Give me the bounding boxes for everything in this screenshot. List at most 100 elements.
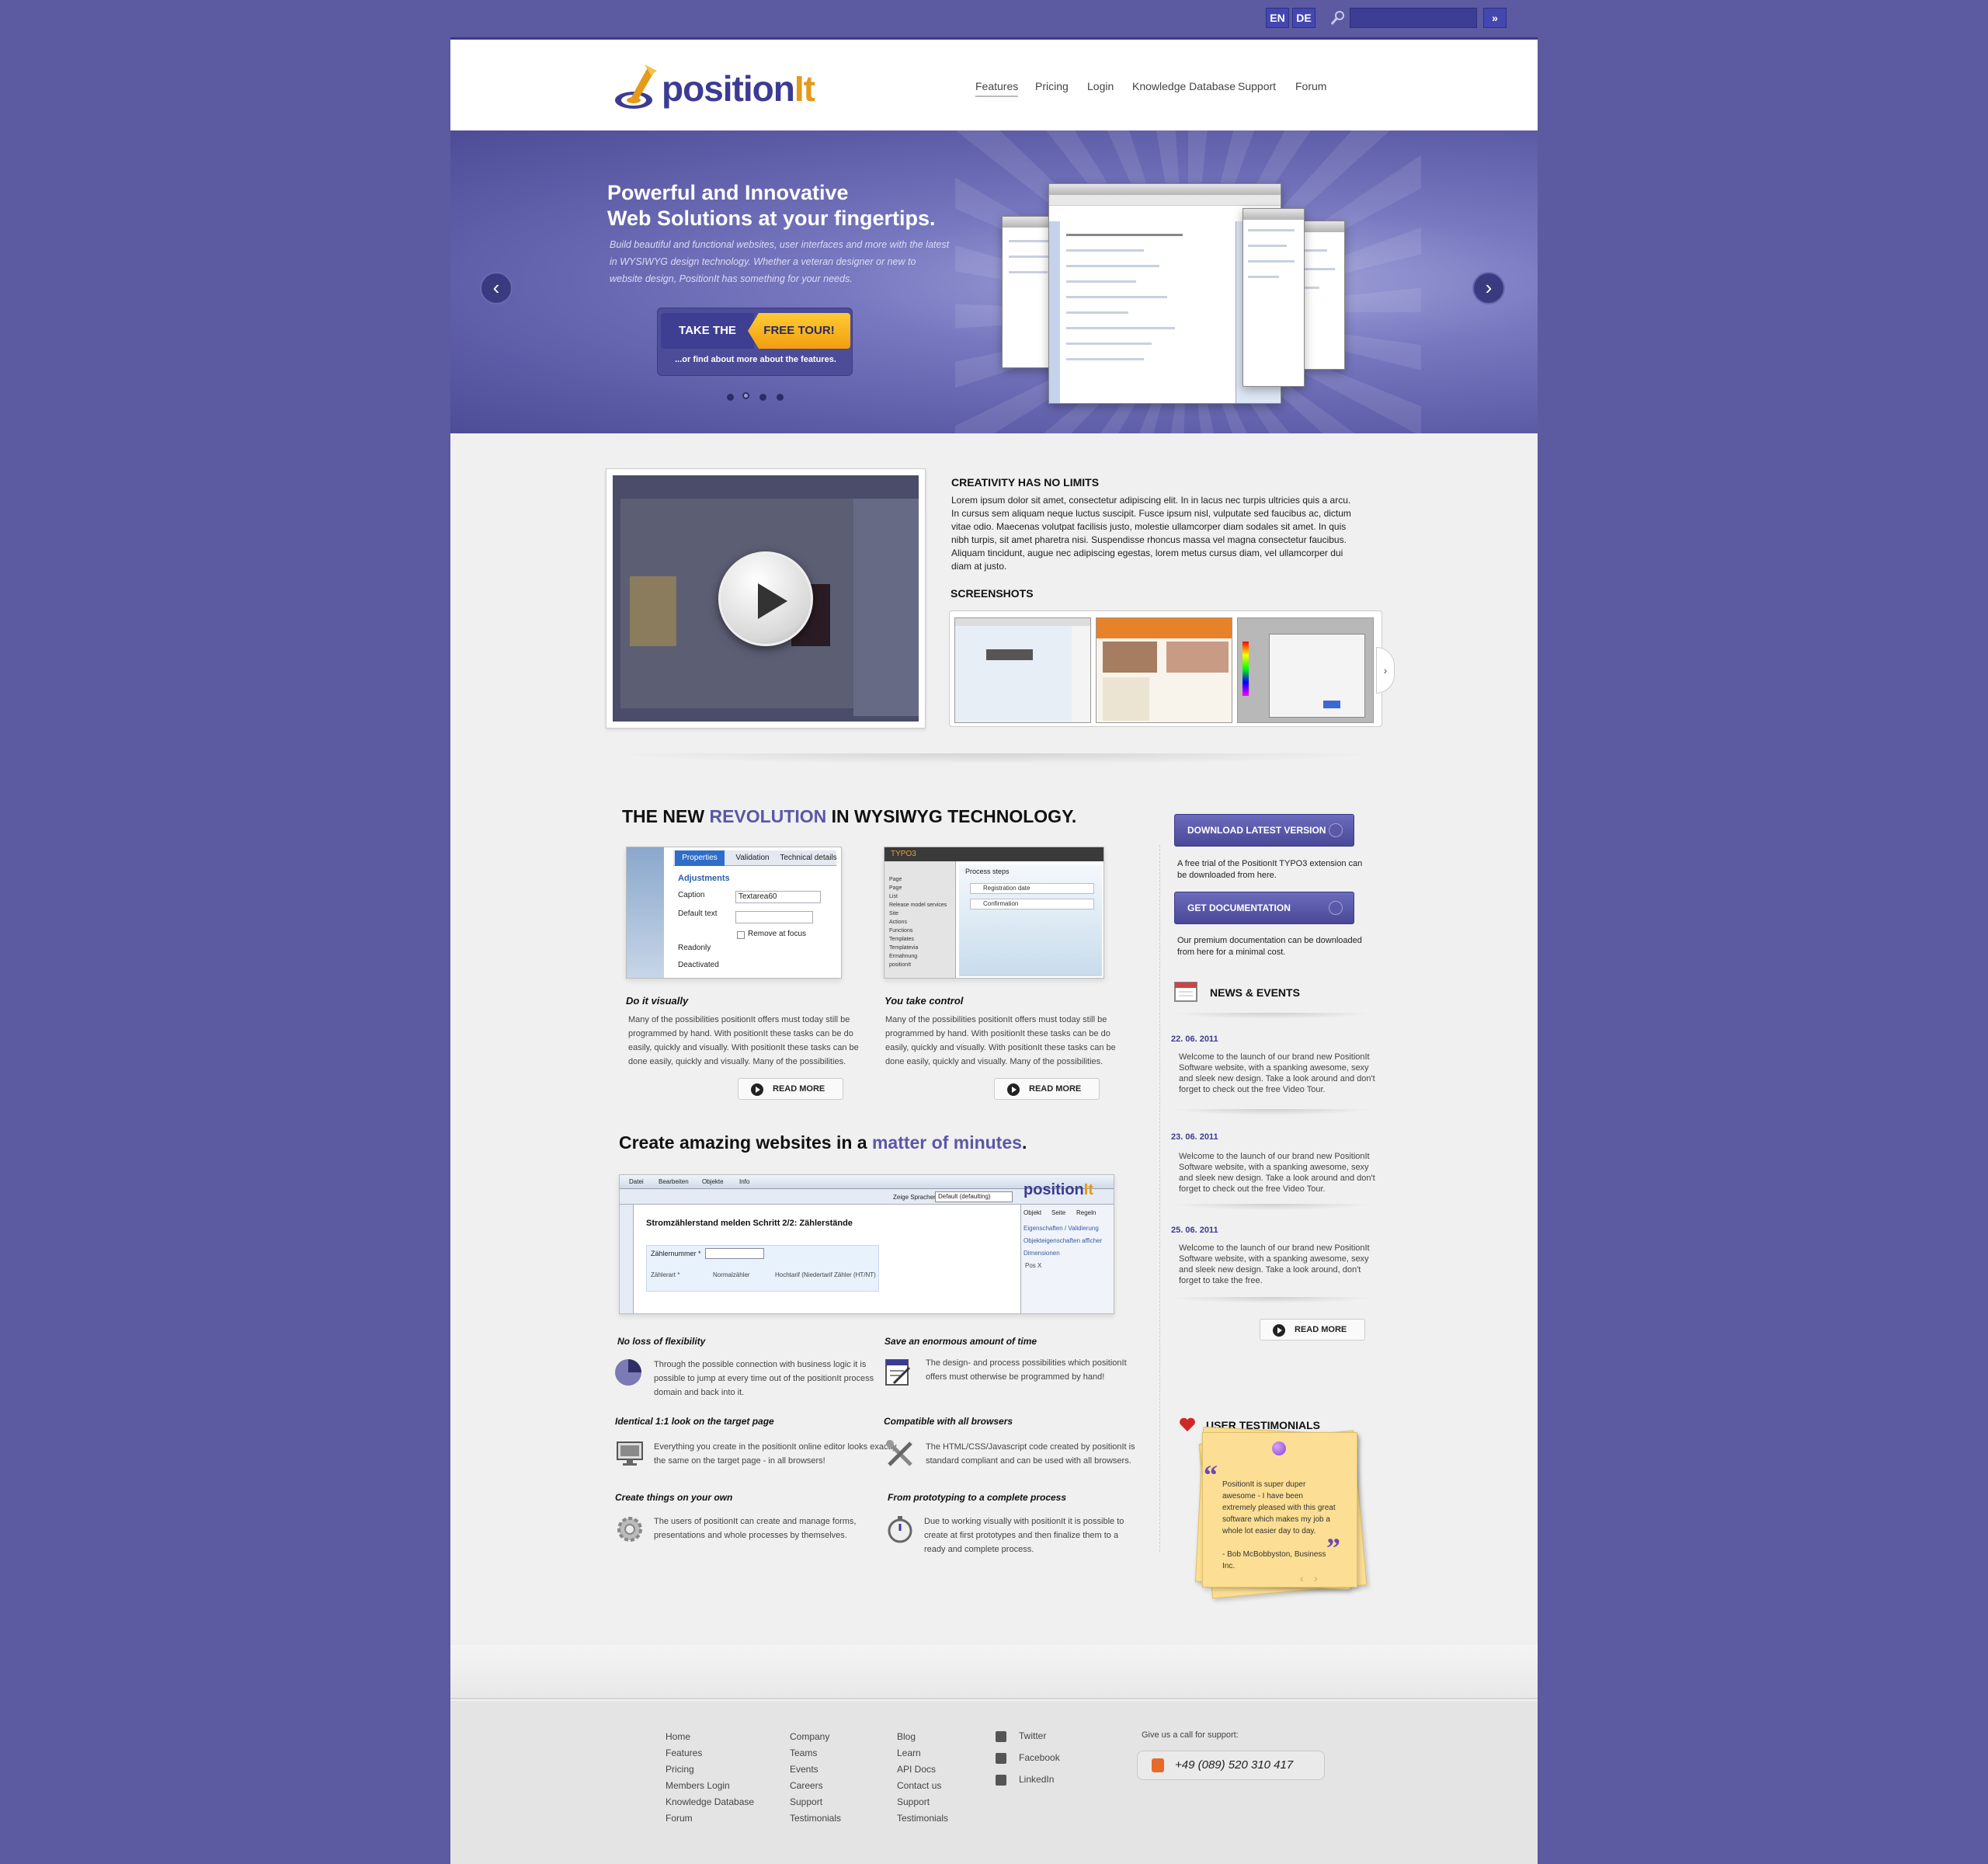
feature-1-text: Through the possible connection with bus… bbox=[654, 1360, 874, 1397]
slider-dot-4[interactable] bbox=[777, 394, 784, 401]
footer-link-events[interactable]: Events bbox=[790, 1761, 841, 1778]
slider-dot-1[interactable] bbox=[727, 394, 734, 401]
footer-link-forum[interactable]: Forum bbox=[666, 1810, 754, 1827]
read-more-button-visually[interactable]: READ MORE bbox=[738, 1078, 843, 1100]
footer-link-blog[interactable]: Blog bbox=[897, 1729, 948, 1745]
do-it-visually-image: Properties Validation Technical details … bbox=[626, 847, 842, 979]
menu-datei: Datei bbox=[629, 1178, 644, 1185]
news-separator bbox=[1171, 1297, 1373, 1303]
read-more-label: READ MORE bbox=[1029, 1084, 1082, 1094]
nav-forum[interactable]: Forum bbox=[1295, 80, 1326, 92]
feature-1-title: No loss of flexibility bbox=[617, 1336, 706, 1347]
footer-link-knowledge-database[interactable]: Knowledge Database bbox=[666, 1794, 754, 1810]
docs-button-label: GET DOCUMENTATION bbox=[1187, 902, 1291, 913]
footer-link-features[interactable]: Features bbox=[666, 1745, 754, 1761]
hero-slider: Powerful and Innovative Web Solutions at … bbox=[450, 130, 1538, 433]
news-separator bbox=[1171, 1013, 1373, 1019]
lang-en-button[interactable]: EN bbox=[1266, 8, 1289, 28]
testimonial-prev-icon[interactable]: ‹ bbox=[1300, 1572, 1304, 1584]
linkedin-icon bbox=[996, 1774, 1006, 1786]
screenshots-heading: SCREENSHOTS bbox=[951, 587, 1034, 600]
footer-link-pricing[interactable]: Pricing bbox=[666, 1761, 754, 1778]
footer-links-col-2: Company Teams Events Careers Support Tes… bbox=[790, 1729, 841, 1827]
editor-logo: positionIt bbox=[1024, 1181, 1093, 1198]
do-it-visually-title: Do it visually bbox=[626, 995, 689, 1007]
slider-dot-3[interactable] bbox=[759, 394, 766, 401]
footer-link-support-2[interactable]: Support bbox=[897, 1794, 948, 1810]
footer-link-contact-us[interactable]: Contact us bbox=[897, 1778, 948, 1794]
documentation-text: Our premium documentation can be downloa… bbox=[1177, 936, 1362, 957]
side-objekteigenschaften: Objekteigenschaften afficher bbox=[1024, 1237, 1103, 1244]
feature-5-text: The users of positionIt can create and m… bbox=[654, 1517, 857, 1540]
nav-login[interactable]: Login bbox=[1087, 80, 1114, 92]
footer-link-testimonials[interactable]: Testimonials bbox=[790, 1810, 841, 1827]
typo3-tree: Page Page List Release model services Site Ac… bbox=[889, 877, 947, 968]
lang-de-button[interactable]: DE bbox=[1292, 8, 1315, 28]
footer-facebook[interactable]: Facebook bbox=[996, 1752, 1060, 1766]
hero-next-arrow[interactable]: › bbox=[1472, 272, 1505, 304]
footer-link-testimonials-2[interactable]: Testimonials bbox=[897, 1810, 948, 1827]
option-normalzaehler: Normalzähler bbox=[713, 1271, 750, 1278]
you-take-control-image: TYPO3 Page Page List Release model services… bbox=[884, 847, 1104, 979]
footer-link-support[interactable]: Support bbox=[790, 1794, 841, 1810]
editor-screenshot: Datei Bearbeiten Objekte Info Zeige Spra… bbox=[619, 1174, 1114, 1314]
phone-box[interactable]: +49 (089) 520 310 417 bbox=[1137, 1751, 1325, 1780]
tab-validation: Validation bbox=[735, 854, 770, 862]
menu-info: Info bbox=[739, 1178, 750, 1185]
document-edit-icon bbox=[885, 1359, 911, 1386]
pushpin-icon bbox=[1272, 1441, 1286, 1455]
get-documentation-button[interactable]: GET DOCUMENTATION bbox=[1174, 892, 1354, 924]
tour-subtext-link[interactable]: ...or find about more about the features… bbox=[658, 355, 853, 364]
site-header: positionIt Features Pricing Login Knowle… bbox=[450, 37, 1538, 130]
facebook-label: Facebook bbox=[1019, 1752, 1060, 1763]
screenshot-thumb-2[interactable] bbox=[1096, 617, 1232, 723]
screenshot-thumb-3[interactable] bbox=[1237, 617, 1374, 723]
search-submit-button[interactable]: » bbox=[1483, 8, 1507, 28]
footer-link-learn[interactable]: Learn bbox=[897, 1745, 948, 1761]
twitter-label: Twitter bbox=[1019, 1730, 1047, 1741]
nav-pricing[interactable]: Pricing bbox=[1035, 80, 1069, 92]
read-more-button-control[interactable]: READ MORE bbox=[994, 1078, 1100, 1100]
news-events-heading: NEWS & EVENTS bbox=[1210, 986, 1300, 999]
screenshots-next-arrow[interactable]: › bbox=[1376, 647, 1395, 694]
play-button[interactable] bbox=[718, 551, 813, 646]
footer-link-teams[interactable]: Teams bbox=[790, 1745, 841, 1761]
news-date-3: 25. 06. 2011 bbox=[1171, 1226, 1218, 1235]
tour-button-right: FREE TOUR! bbox=[748, 313, 850, 349]
footer-link-company[interactable]: Company bbox=[790, 1729, 841, 1745]
news-date-2: 23. 06. 2011 bbox=[1171, 1132, 1218, 1142]
news-separator bbox=[1171, 1109, 1373, 1115]
video-frame bbox=[606, 468, 926, 729]
search-input[interactable] bbox=[1350, 8, 1477, 28]
linkedin-label: LinkedIn bbox=[1019, 1774, 1055, 1785]
free-tour-button[interactable]: TAKE THE FREE TOUR! bbox=[661, 313, 850, 349]
nav-support[interactable]: Support bbox=[1238, 80, 1276, 92]
footer bbox=[450, 1701, 1538, 1864]
download-text: A free trial of the PositionIt TYPO3 ext… bbox=[1177, 859, 1363, 880]
facebook-icon bbox=[996, 1752, 1006, 1764]
download-latest-version-button[interactable]: DOWNLOAD LATEST VERSION bbox=[1174, 814, 1354, 847]
nav-knowledge-database[interactable]: Knowledge Database bbox=[1132, 80, 1236, 92]
news-text-1: Welcome to the launch of our brand new P… bbox=[1179, 1052, 1375, 1094]
footer-link-careers[interactable]: Careers bbox=[790, 1778, 841, 1794]
screenshots-carousel bbox=[949, 610, 1382, 727]
screenshot-thumb-1[interactable] bbox=[954, 617, 1091, 723]
testimonial-next-icon[interactable]: › bbox=[1314, 1572, 1318, 1584]
footer-link-members-login[interactable]: Members Login bbox=[666, 1778, 754, 1794]
footer-linkedin[interactable]: LinkedIn bbox=[996, 1774, 1054, 1788]
nav-features[interactable]: Features bbox=[975, 80, 1019, 97]
footer-twitter[interactable]: Twitter bbox=[996, 1730, 1046, 1744]
side-dimensionen: Dimensionen bbox=[1024, 1250, 1060, 1257]
slider-dot-2[interactable] bbox=[742, 392, 749, 399]
zaehlernummer-label: Zählernummer * bbox=[651, 1250, 701, 1257]
footer-links-col-3: Blog Learn API Docs Contact us Support T… bbox=[897, 1729, 948, 1827]
tab-technical-details: Technical details bbox=[780, 854, 837, 862]
footer-link-home[interactable]: Home bbox=[666, 1729, 754, 1745]
logo[interactable]: positionIt bbox=[613, 60, 815, 114]
news-read-more-button[interactable]: READ MORE bbox=[1260, 1319, 1365, 1341]
calendar-icon bbox=[1174, 982, 1197, 1002]
you-take-control-title: You take control bbox=[885, 995, 964, 1007]
video-thumbnail[interactable] bbox=[613, 475, 919, 722]
footer-link-api-docs[interactable]: API Docs bbox=[897, 1761, 948, 1778]
hero-prev-arrow[interactable]: ‹ bbox=[480, 272, 513, 304]
